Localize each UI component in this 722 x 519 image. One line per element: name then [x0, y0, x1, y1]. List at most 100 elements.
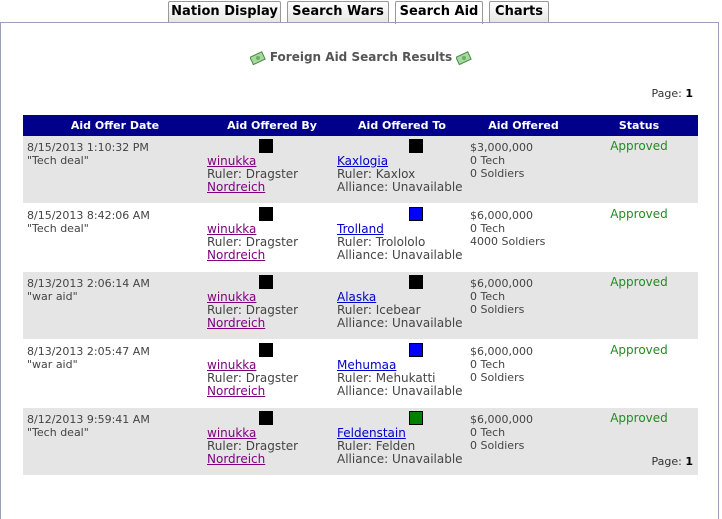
nation-flag [259, 343, 273, 357]
aid-soldiers: 0 Soldiers [470, 167, 525, 180]
status-cell: Approved [580, 203, 698, 272]
recipient-alliance: Alliance: Unavailable [337, 180, 463, 194]
table-row: 8/15/2013 1:10:32 PM "Tech deal" winukka Ru… [23, 136, 698, 204]
sender-nation-link[interactable]: winukka [207, 290, 256, 304]
sender-alliance-link[interactable]: Nordreich [207, 248, 265, 262]
nation-flag [409, 207, 423, 221]
offered-by-cell: winukka Ruler: Dragster Nordreich [207, 407, 337, 476]
page-indicator-bottom: Page: 1 [652, 455, 694, 468]
offer-date-cell: 8/15/2013 1:10:32 PM "Tech deal" [23, 136, 207, 204]
offered-by-cell: winukka Ruler: Dragster Nordreich [207, 271, 337, 340]
offer-note: "Tech deal" [27, 154, 89, 167]
aid-tech: 0 Tech [470, 358, 506, 371]
offer-date: 8/13/2013 2:05:47 AM [27, 345, 150, 358]
sender-alliance-link[interactable]: Nordreich [207, 384, 265, 398]
table-row: 8/12/2013 9:59:41 AM "Tech deal" winukka Ru… [23, 407, 698, 476]
recipient-nation-link[interactable]: Kaxlogia [337, 154, 388, 168]
col-status: Status [580, 115, 698, 136]
recipient-nation-link[interactable]: Trolland [337, 222, 384, 236]
status-cell: Approved [580, 339, 698, 408]
nation-flag [259, 411, 273, 425]
col-aid-offered: Aid Offered [467, 115, 580, 136]
nation-flag [259, 275, 273, 289]
offer-date: 8/12/2013 9:59:41 AM [27, 413, 150, 426]
tab-charts[interactable]: Charts [489, 1, 549, 22]
page-title-text: Foreign Aid Search Results [269, 50, 453, 64]
offer-date: 8/15/2013 1:10:32 PM [27, 141, 149, 154]
aid-soldiers: 0 Soldiers [470, 439, 525, 452]
offered-to-cell: Alaska Ruler: Icebear Alliance: Unavailabl… [337, 271, 467, 340]
status-cell: Approved [580, 271, 698, 340]
aid-offered-cell: $6,000,000 0 Tech 4000 Soldiers [467, 203, 580, 272]
recipient-nation-link[interactable]: Mehumaa [337, 358, 396, 372]
nation-flag [409, 411, 423, 425]
recipient-nation-link[interactable]: Alaska [337, 290, 376, 304]
aid-offered-cell: $3,000,000 0 Tech 0 Soldiers [467, 136, 580, 204]
aid-money: $6,000,000 [470, 277, 533, 290]
offer-note: "Tech deal" [27, 222, 89, 235]
aid-money: $6,000,000 [470, 345, 533, 358]
page-number[interactable]: 1 [685, 455, 693, 468]
aid-soldiers: 4000 Soldiers [470, 235, 546, 248]
table-row: 8/15/2013 8:42:06 AM "Tech deal" winukka Ru… [23, 203, 698, 272]
offer-date-cell: 8/15/2013 8:42:06 AM "Tech deal" [23, 203, 207, 272]
sender-nation-link[interactable]: winukka [207, 154, 256, 168]
sender-nation-link[interactable]: winukka [207, 426, 256, 440]
aid-results-table: Aid Offer Date Aid Offered By Aid Offere… [23, 115, 698, 476]
offer-note: "war aid" [27, 358, 78, 371]
tab-search-wars[interactable]: Search Wars [287, 1, 389, 22]
page-number[interactable]: 1 [685, 87, 693, 100]
aid-tech: 0 Tech [470, 222, 506, 235]
recipient-alliance: Alliance: Unavailable [337, 452, 463, 466]
offer-note: "war aid" [27, 290, 78, 303]
sender-alliance-link[interactable]: Nordreich [207, 452, 265, 466]
status-badge: Approved [610, 275, 668, 289]
status-cell: Approved [580, 136, 698, 204]
table-header-row: Aid Offer Date Aid Offered By Aid Offere… [23, 115, 698, 136]
status-badge: Approved [610, 411, 668, 425]
aid-soldiers: 0 Soldiers [470, 371, 525, 384]
aid-offered-cell: $6,000,000 0 Tech 0 Soldiers [467, 407, 580, 476]
aid-money: $6,000,000 [470, 413, 533, 426]
aid-tech: 0 Tech [470, 154, 506, 167]
status-badge: Approved [610, 343, 668, 357]
aid-tech: 0 Tech [470, 426, 506, 439]
offer-date: 8/15/2013 8:42:06 AM [27, 209, 150, 222]
nation-flag [409, 139, 423, 153]
sender-alliance-link[interactable]: Nordreich [207, 316, 265, 330]
offer-date-cell: 8/13/2013 2:05:47 AM "war aid" [23, 339, 207, 408]
tab-search-aid[interactable]: Search Aid [395, 1, 483, 24]
page-label: Page: [651, 455, 682, 468]
offered-to-cell: Trolland Ruler: Trolololo Alliance: Unavai… [337, 203, 467, 272]
nation-flag [259, 207, 273, 221]
page-title: Foreign Aid Search Results [0, 50, 722, 65]
recipient-alliance: Alliance: Unavailable [337, 316, 463, 330]
tab-nation-display[interactable]: Nation Display [168, 1, 281, 22]
offered-by-cell: winukka Ruler: Dragster Nordreich [207, 136, 337, 204]
status-badge: Approved [610, 139, 668, 153]
recipient-alliance: Alliance: Unavailable [337, 384, 463, 398]
money-icon [456, 50, 473, 65]
offered-to-cell: Mehumaa Ruler: Mehukatti Alliance: Unavail… [337, 339, 467, 408]
recipient-nation-link[interactable]: Feldenstain [337, 426, 406, 440]
money-icon [249, 50, 266, 65]
sender-nation-link[interactable]: winukka [207, 222, 256, 236]
offered-by-cell: winukka Ruler: Dragster Nordreich [207, 203, 337, 272]
nation-flag [409, 275, 423, 289]
aid-money: $3,000,000 [470, 141, 533, 154]
page-label: Page: [651, 87, 682, 100]
offered-to-cell: Kaxlogia Ruler: Kaxlox Alliance: Unavailab… [337, 136, 467, 204]
offer-date: 8/13/2013 2:06:14 AM [27, 277, 150, 290]
offer-date-cell: 8/13/2013 2:06:14 AM "war aid" [23, 271, 207, 340]
sender-alliance-link[interactable]: Nordreich [207, 180, 265, 194]
aid-soldiers: 0 Soldiers [470, 303, 525, 316]
sender-nation-link[interactable]: winukka [207, 358, 256, 372]
col-aid-offered-to: Aid Offered To [337, 115, 467, 136]
table-row: 8/13/2013 2:06:14 AM "war aid" winukka Rule… [23, 271, 698, 340]
aid-money: $6,000,000 [470, 209, 533, 222]
recipient-alliance: Alliance: Unavailable [337, 248, 463, 262]
aid-tech: 0 Tech [470, 290, 506, 303]
table-row: 8/13/2013 2:05:47 AM "war aid" winukka Rule… [23, 339, 698, 408]
aid-offered-cell: $6,000,000 0 Tech 0 Soldiers [467, 271, 580, 340]
offered-by-cell: winukka Ruler: Dragster Nordreich [207, 339, 337, 408]
